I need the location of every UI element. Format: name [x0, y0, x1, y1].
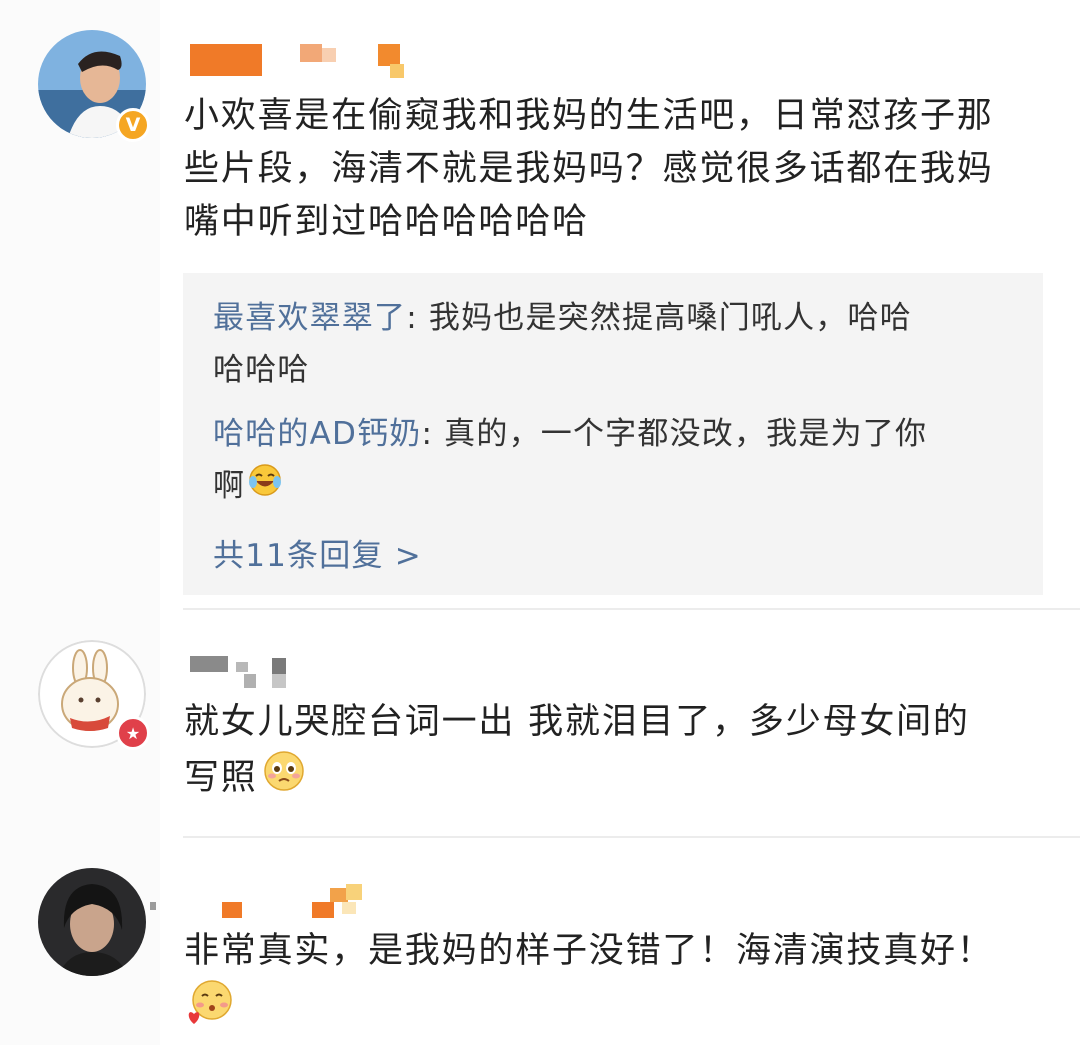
decorative-tick — [150, 902, 156, 910]
comment-text: 小欢喜是在偷窥我和我妈的生活吧，日常怼孩子那 些片段，海清不就是我妈吗？感觉很多… — [184, 90, 1064, 249]
reply-text: 哈哈哈 — [213, 352, 310, 388]
member-badge-icon: ★ — [116, 716, 150, 750]
reply-author-link[interactable]: 最喜欢翠翠了 — [213, 300, 406, 336]
view-all-replies-link[interactable]: 共11条回复 > — [213, 530, 422, 582]
avatar[interactable] — [38, 868, 146, 976]
reply-text: : 我妈也是突然提高嗓门吼人，哈哈 — [406, 300, 912, 336]
divider — [183, 608, 1080, 610]
comment-text: 就女儿哭腔台词一出 我就泪目了，多少母女间的 写照 — [184, 696, 1064, 809]
reply-author-link[interactable]: 哈哈的AD钙奶 — [213, 416, 421, 452]
username-blurred[interactable] — [190, 42, 420, 78]
comment-line: 些片段，海清不就是我妈吗？感觉很多话都在我妈 — [184, 149, 994, 189]
username-blurred[interactable] — [190, 656, 310, 690]
avatar[interactable]: ★ — [38, 640, 150, 750]
laugh-cry-emoji-icon — [247, 462, 283, 514]
reply-text: 啊 — [213, 468, 246, 504]
reply-text: : 真的，一个字都没改，我是为了你 — [421, 416, 928, 452]
comment-text: 非常真实，是我妈的样子没错了！海清演技真好！ — [184, 925, 1074, 1044]
love-blush-emoji-icon — [184, 978, 236, 1044]
comment-line: 嘴中听到过哈哈哈哈哈哈 — [184, 202, 589, 242]
teary-emoji-icon — [262, 749, 306, 809]
comment-line: 写照 — [184, 758, 258, 798]
username-blurred[interactable] — [222, 882, 382, 918]
reply-item: 最喜欢翠翠了: 我妈也是突然提高嗓门吼人，哈哈 哈哈哈 — [213, 292, 1013, 396]
avatar[interactable]: V — [38, 30, 150, 142]
reply-item: 哈哈的AD钙奶: 真的，一个字都没改，我是为了你 啊 — [213, 408, 1013, 514]
verified-badge-icon: V — [116, 108, 150, 142]
reply-preview-box[interactable]: 最喜欢翠翠了: 我妈也是突然提高嗓门吼人，哈哈 哈哈哈 哈哈的AD钙奶: 真的，… — [183, 273, 1043, 595]
comment-line: 小欢喜是在偷窥我和我妈的生活吧，日常怼孩子那 — [184, 96, 994, 136]
divider — [183, 836, 1080, 838]
comment-line: 就女儿哭腔台词一出 我就泪目了，多少母女间的 — [184, 702, 970, 742]
comment-line: 非常真实，是我妈的样子没错了！海清演技真好！ — [184, 931, 994, 971]
